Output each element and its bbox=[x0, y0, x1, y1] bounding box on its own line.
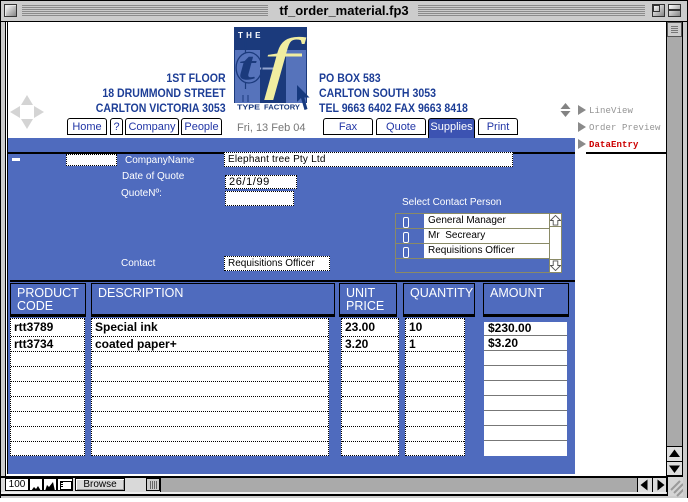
svg-text:FACTORY: FACTORY bbox=[264, 103, 300, 111]
svg-text:t: t bbox=[238, 44, 257, 89]
svg-text:THE: THE bbox=[238, 31, 264, 40]
svg-text:TYPE: TYPE bbox=[237, 103, 260, 111]
